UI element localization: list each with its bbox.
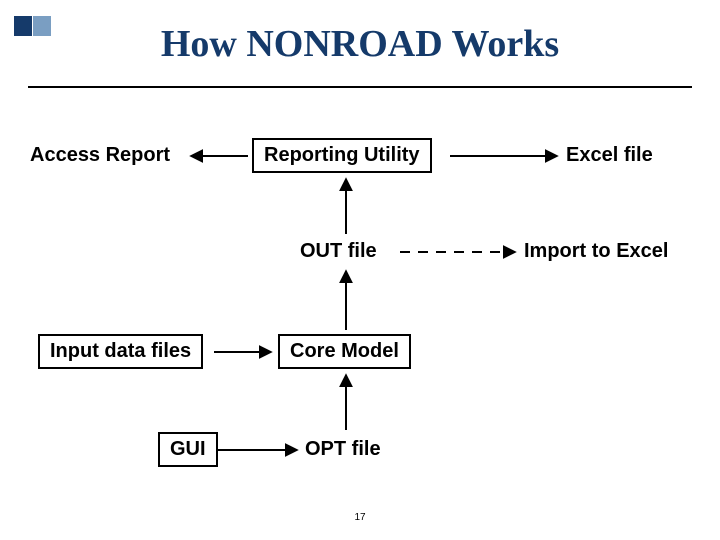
node-excel-file: Excel file bbox=[566, 144, 653, 167]
page-number: 17 bbox=[0, 512, 720, 523]
title-underline bbox=[28, 86, 692, 88]
node-input-data-files: Input data files bbox=[38, 334, 203, 369]
node-reporting-utility: Reporting Utility bbox=[252, 138, 432, 173]
node-gui: GUI bbox=[158, 432, 218, 467]
node-core-model: Core Model bbox=[278, 334, 411, 369]
node-opt-file: OPT file bbox=[305, 438, 381, 461]
node-out-file: OUT file bbox=[300, 240, 377, 263]
slide-title: How NONROAD Works bbox=[0, 22, 720, 66]
node-import-to-excel: Import to Excel bbox=[524, 240, 668, 263]
node-access-report: Access Report bbox=[30, 144, 170, 167]
